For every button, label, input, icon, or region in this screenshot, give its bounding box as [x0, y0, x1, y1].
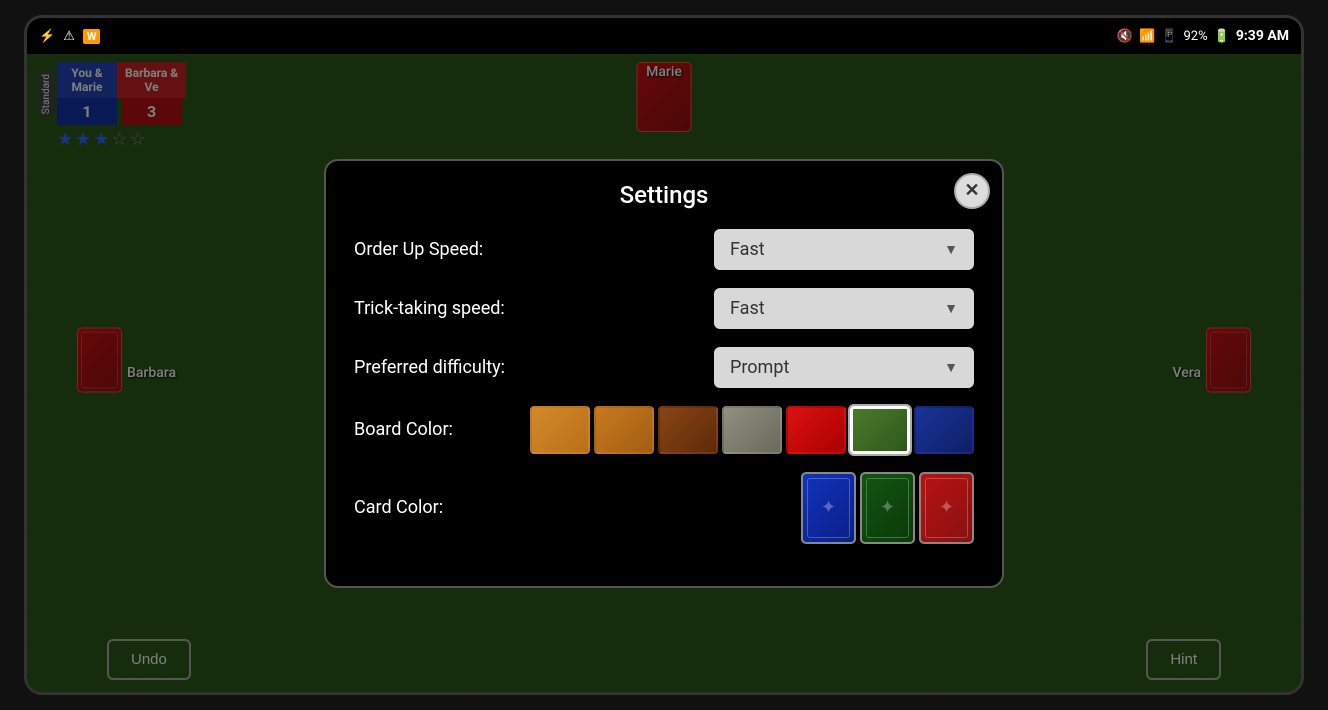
swatch-dark-wood[interactable]	[658, 406, 718, 454]
order-up-speed-row: Order Up Speed: Fast ▼	[354, 229, 974, 270]
order-up-speed-label: Order Up Speed:	[354, 239, 483, 260]
order-up-speed-value: Fast	[730, 239, 765, 260]
battery-icon: 🔋	[1214, 29, 1230, 44]
modal-overlay: ✕ Settings Order Up Speed: Fast ▼ Trick-…	[27, 54, 1301, 692]
swatch-medium-wood[interactable]	[594, 406, 654, 454]
mute-icon: 🔇	[1117, 29, 1133, 44]
battery-label: 92%	[1183, 29, 1207, 44]
swatch-green-felt[interactable]	[850, 406, 910, 454]
preferred-difficulty-select[interactable]: Prompt ▼	[714, 347, 974, 388]
card-blue-pattern	[803, 474, 854, 542]
preferred-difficulty-arrow: ▼	[944, 359, 958, 376]
warning-icon: ⚠	[63, 29, 75, 44]
status-bar-right: 🔇 📶 📱 92% 🔋 9:39 AM	[1117, 28, 1289, 44]
preferred-difficulty-value: Prompt	[730, 357, 789, 378]
status-time: 9:39 AM	[1236, 28, 1289, 44]
card-option-red[interactable]	[919, 472, 974, 544]
board-color-label: Board Color:	[354, 419, 453, 440]
modal-title: Settings	[354, 181, 974, 209]
signal-icon: 📱	[1161, 29, 1177, 44]
settings-modal: ✕ Settings Order Up Speed: Fast ▼ Trick-…	[324, 159, 1004, 588]
device-frame: ⚡ ⚠ W 🔇 📶 📱 92% 🔋 9:39 AM Standard You &…	[24, 15, 1304, 695]
trick-taking-speed-select[interactable]: Fast ▼	[714, 288, 974, 329]
preferred-difficulty-label: Preferred difficulty:	[354, 357, 505, 378]
card-option-blue[interactable]	[801, 472, 856, 544]
card-color-row: Card Color:	[354, 472, 974, 544]
board-color-swatches	[530, 406, 974, 454]
card-color-options	[801, 472, 974, 544]
card-red-pattern	[921, 474, 972, 542]
trick-taking-speed-value: Fast	[730, 298, 765, 319]
order-up-speed-select[interactable]: Fast ▼	[714, 229, 974, 270]
swatch-blue-felt[interactable]	[914, 406, 974, 454]
preferred-difficulty-row: Preferred difficulty: Prompt ▼	[354, 347, 974, 388]
word-icon: W	[83, 29, 101, 44]
swatch-gray-slate[interactable]	[722, 406, 782, 454]
close-icon: ✕	[964, 180, 979, 201]
usb-icon: ⚡	[39, 29, 55, 44]
status-bar-left: ⚡ ⚠ W	[39, 29, 100, 44]
board-color-row: Board Color:	[354, 406, 974, 454]
order-up-speed-arrow: ▼	[944, 241, 958, 258]
card-option-green[interactable]	[860, 472, 915, 544]
game-area: Standard You &Marie 1 Barbara &Ve 3 ★ ★ …	[27, 54, 1301, 692]
swatch-red-felt[interactable]	[786, 406, 846, 454]
close-button[interactable]: ✕	[954, 173, 990, 209]
wifi-icon: 📶	[1139, 29, 1155, 44]
card-green-pattern	[862, 474, 913, 542]
trick-taking-speed-row: Trick-taking speed: Fast ▼	[354, 288, 974, 329]
card-color-label: Card Color:	[354, 497, 443, 518]
swatch-light-wood[interactable]	[530, 406, 590, 454]
trick-taking-speed-arrow: ▼	[944, 300, 958, 317]
trick-taking-speed-label: Trick-taking speed:	[354, 298, 505, 319]
status-bar: ⚡ ⚠ W 🔇 📶 📱 92% 🔋 9:39 AM	[27, 18, 1301, 54]
